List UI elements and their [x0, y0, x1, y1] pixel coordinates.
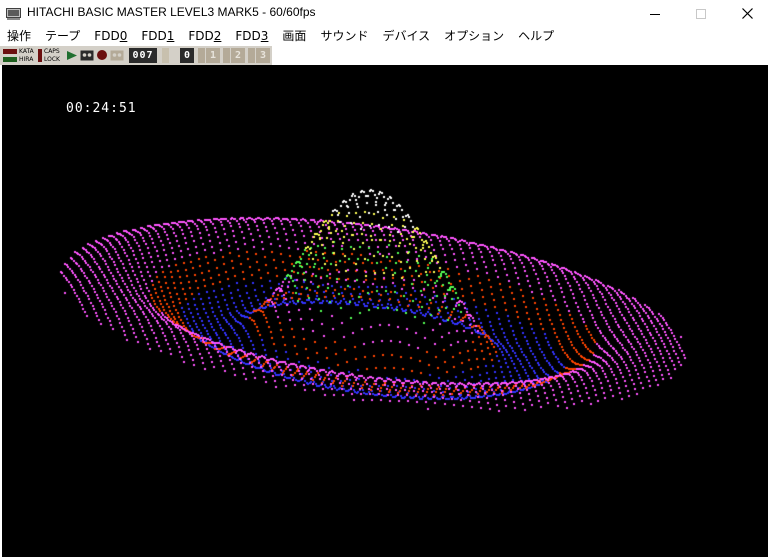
maximize-button[interactable] — [678, 0, 724, 27]
emulator-window: HITACHI BASIC MASTER LEVEL3 MARK5 - 60/6… — [0, 0, 770, 559]
menu-operation[interactable]: 操作 — [0, 27, 38, 46]
record-icon — [96, 46, 108, 65]
menu-options[interactable]: オプション — [437, 27, 511, 46]
fdd1-access-led — [198, 48, 205, 63]
title-bar[interactable]: HITACHI BASIC MASTER LEVEL3 MARK5 - 60/6… — [0, 0, 770, 27]
menu-fdd0[interactable]: FDD0 — [87, 27, 134, 46]
fdd0-indicator[interactable]: 0 — [180, 48, 194, 63]
menu-bar: 操作 テープ FDD0 FDD1 FDD2 FDD3 画面 サウンド デバイス … — [0, 27, 770, 46]
menu-fdd2[interactable]: FDD2 — [181, 27, 228, 46]
menu-fdd1-prefix: FDD — [141, 29, 167, 43]
close-button[interactable] — [724, 0, 770, 27]
kata-label: KATA — [19, 48, 34, 55]
menu-fdd1-digit: 1 — [166, 29, 175, 43]
fdd3-access-led — [248, 48, 255, 63]
lock-label: LOCK — [44, 56, 60, 63]
hira-led — [3, 57, 17, 62]
tape-rewind-button[interactable] — [110, 48, 124, 63]
caps-label: CAPS — [44, 48, 60, 55]
cassette-icon — [80, 46, 94, 65]
menu-fdd2-prefix: FDD — [188, 29, 214, 43]
fdd3-indicator[interactable]: 3 — [256, 48, 270, 63]
maximize-icon — [696, 8, 706, 19]
kata-led — [3, 49, 17, 54]
kana-indicator[interactable]: KATA HIRA — [2, 48, 35, 63]
tape-record-button[interactable] — [95, 48, 109, 63]
menu-fdd3-prefix: FDD — [235, 29, 261, 43]
tape-counter: 007 — [129, 48, 157, 63]
tape-cassette-button[interactable] — [80, 48, 94, 63]
menu-device[interactable]: デバイス — [375, 27, 437, 46]
tape-play-button[interactable] — [65, 48, 79, 63]
emulator-screen[interactable]: 00:24:51 — [2, 65, 768, 557]
menu-fdd3[interactable]: FDD3 — [228, 27, 275, 46]
fdd2-access-led — [223, 48, 230, 63]
status-toolbar: KATA HIRA CAPS LOCK 007 0 1 2 3 — [0, 46, 272, 65]
menu-tape[interactable]: テープ — [38, 27, 87, 46]
play-icon — [66, 46, 78, 65]
fdd1-indicator[interactable]: 1 — [206, 48, 220, 63]
computer-icon — [6, 6, 21, 20]
menu-fdd1[interactable]: FDD1 — [134, 27, 181, 46]
menu-fdd0-digit: 0 — [119, 29, 128, 43]
minimize-icon — [650, 9, 660, 19]
menu-screen[interactable]: 画面 — [275, 27, 313, 46]
fdd2-indicator[interactable]: 2 — [231, 48, 245, 63]
surface-plot-graphic — [2, 65, 768, 557]
menu-sound[interactable]: サウンド — [313, 27, 375, 46]
caps-led — [38, 49, 42, 62]
window-title: HITACHI BASIC MASTER LEVEL3 MARK5 - 60/6… — [27, 5, 316, 19]
menu-fdd2-digit: 2 — [213, 29, 222, 43]
caps-lock-indicator[interactable]: CAPS LOCK — [37, 48, 63, 63]
menu-help[interactable]: ヘルプ — [511, 27, 561, 46]
cassette-inactive-icon — [110, 46, 124, 65]
close-icon — [741, 8, 753, 19]
hira-label: HIRA — [19, 56, 34, 63]
fdd0-access-led — [162, 48, 169, 63]
menu-fdd3-digit: 3 — [260, 29, 269, 43]
clock-display: 00:24:51 — [66, 101, 137, 116]
minimize-button[interactable] — [632, 0, 678, 27]
menu-fdd0-prefix: FDD — [94, 29, 120, 43]
